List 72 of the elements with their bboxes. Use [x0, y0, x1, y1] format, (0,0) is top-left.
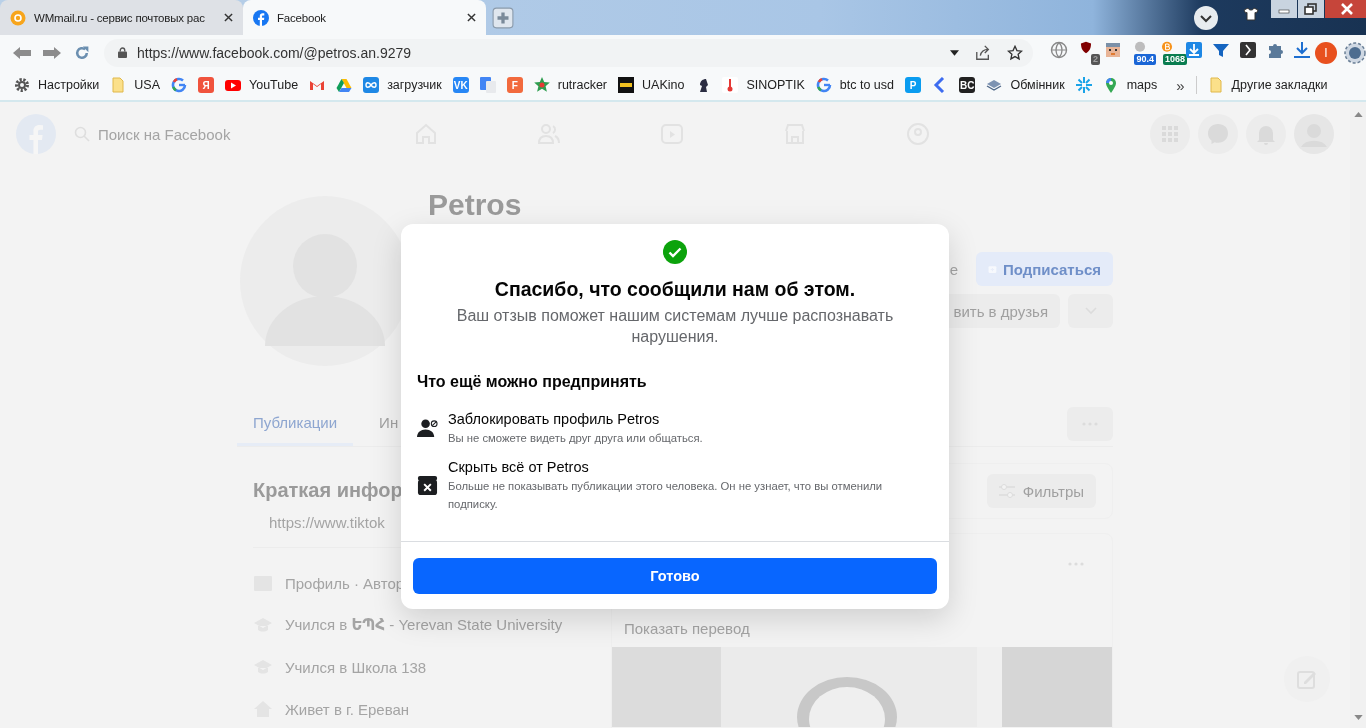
browser-tab[interactable]: Facebook: [243, 0, 486, 35]
letter-logo-icon[interactable]: VK: [452, 77, 469, 93]
triangle-icon[interactable]: [336, 77, 353, 93]
intro-detail: Учился в ԵՊՀ - Yerevan State University: [285, 616, 563, 634]
bookmark-link[interactable]: Настройки: [38, 78, 100, 92]
extension-badge: 1068: [1163, 53, 1187, 65]
translate-icon[interactable]: [479, 77, 496, 93]
download-icon[interactable]: [1293, 40, 1311, 59]
thermometer-icon[interactable]: [722, 77, 739, 93]
restore-icon[interactable]: [1298, 0, 1324, 18]
chevron-down-icon[interactable]: [1193, 5, 1219, 31]
option-title[interactable]: Скрыть всё от Petros: [448, 457, 933, 477]
close-icon[interactable]: [224, 13, 233, 22]
google-icon[interactable]: [171, 77, 187, 93]
done-button[interactable]: Готово: [413, 558, 937, 594]
settings-icon[interactable]: [1344, 41, 1366, 64]
bookmark-folder[interactable]: Другие закладки: [1231, 78, 1328, 92]
bookmark-link[interactable]: maps: [1126, 78, 1158, 92]
facebook-icon: [253, 9, 269, 26]
hide-box-icon: [417, 474, 438, 496]
option-title[interactable]: Заблокировать профиль Petros: [448, 409, 703, 429]
address-bar[interactable]: https://www.facebook.com/@petros.an.9279: [103, 38, 1033, 67]
dialog-subtitle: Ваш отзыв поможет нашим системам лучше распознавать нарушения.: [455, 306, 895, 347]
star-icon[interactable]: [533, 77, 550, 93]
caret-icon[interactable]: [950, 49, 959, 56]
profile-name: Petros: [428, 188, 522, 222]
pixel-face-icon[interactable]: [1104, 40, 1122, 59]
browser-tab[interactable]: WMmail.ru - сервис почтовых рас: [0, 0, 243, 35]
intro-heading: Краткая инфор: [253, 479, 403, 502]
bookmark-link[interactable]: rutracker: [557, 78, 608, 92]
bookmark-link[interactable]: SINOPTIK: [746, 78, 805, 92]
film-icon[interactable]: [618, 77, 635, 93]
option-description: Вы не сможете видеть друг друга или общаться.: [448, 431, 703, 446]
at-sign-icon: [10, 9, 26, 26]
globe-icon[interactable]: [1050, 40, 1068, 59]
forward-arrow-icon[interactable]: [42, 44, 62, 61]
gear-icon[interactable]: [14, 77, 30, 93]
bookmark-link[interactable]: Обмінник: [1010, 78, 1065, 92]
more-bookmarks-button[interactable]: »: [1176, 76, 1185, 94]
new-tab-icon[interactable]: [492, 7, 514, 29]
intro-detail: Живет в г. Ереван: [285, 700, 410, 718]
bookmark-link[interactable]: UAKino: [642, 78, 685, 92]
dialog-title: Спасибо, что сообщили нам об этом.: [494, 278, 856, 301]
option-description: Больше не показывать публикации этого человека. Он не узнает, что вы отменили подписку.: [448, 479, 884, 512]
scroll-up-icon[interactable]: [1353, 112, 1363, 117]
star-icon[interactable]: [1007, 44, 1023, 61]
share-icon[interactable]: [975, 44, 991, 61]
bracket-icon[interactable]: [1239, 40, 1257, 59]
play-button-icon[interactable]: [225, 77, 241, 93]
infinity-icon[interactable]: [363, 77, 380, 93]
profile-button[interactable]: I: [1315, 41, 1337, 64]
bookmark-link[interactable]: USA: [134, 78, 160, 92]
url-text: https://www.facebook.com/@petros.an.9279: [136, 44, 413, 61]
lock-icon: [117, 47, 127, 58]
bookmark-link[interactable]: btc to usd: [839, 78, 894, 92]
back-arrow-icon[interactable]: [12, 44, 32, 61]
bookmark-link[interactable]: YouTube: [249, 78, 299, 92]
letter-logo-icon[interactable]: BC: [959, 77, 976, 93]
download-icon[interactable]: [1185, 40, 1203, 59]
sparkle-icon[interactable]: [1075, 77, 1092, 93]
extension-badge: 2: [1091, 53, 1100, 65]
google-icon[interactable]: [815, 77, 832, 93]
scroll-down-icon[interactable]: [1353, 715, 1363, 720]
section-heading: Что ещё можно предпринять: [417, 373, 647, 391]
extension-badge: 90.4: [1134, 53, 1156, 65]
block-person-icon: [417, 417, 438, 439]
close-icon[interactable]: [467, 13, 476, 22]
intro-detail: Учился в Школа 138: [285, 658, 427, 676]
layers-icon[interactable]: [986, 77, 1003, 93]
bookmark-link[interactable]: загрузчик: [387, 78, 442, 92]
shirt-icon[interactable]: [1243, 6, 1259, 22]
checkmark-icon: [663, 240, 687, 264]
